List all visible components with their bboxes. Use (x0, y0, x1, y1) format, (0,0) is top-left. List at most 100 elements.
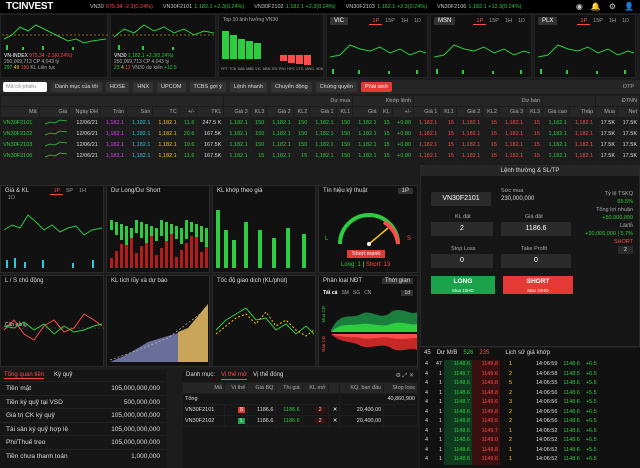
table-column-header[interactable]: Net (617, 106, 640, 118)
positions-row[interactable]: VN30F2101 S 1186.6 1186.6 2 ✕ 20,400,00 (182, 404, 418, 416)
table-column-header[interactable]: Mua (595, 106, 618, 118)
nav-item[interactable]: HNX (133, 82, 154, 92)
phanloai-time[interactable]: Thời gian (381, 278, 413, 284)
positions-qty-input[interactable]: 2 (314, 418, 326, 424)
gia-kl-tab[interactable]: 5P (63, 188, 76, 194)
position-qty[interactable]: 2 (617, 246, 633, 254)
table-column-header[interactable]: Giá 2 (455, 106, 484, 118)
table-column-header[interactable]: Giá 3 (223, 106, 251, 118)
nav-item[interactable]: Chuyển động (270, 82, 312, 92)
nav-item[interactable]: UPCOM (157, 82, 186, 92)
gia-kl-tab[interactable]: 1P (50, 188, 64, 195)
table-column-header[interactable]: Ngày ĐH (69, 106, 101, 118)
table-column-header[interactable]: KL3 (249, 106, 268, 118)
table-column-header[interactable]: TKL (196, 106, 225, 118)
stock-card-symbol[interactable]: PLX (538, 17, 558, 25)
stock-card[interactable]: MSN 1P 15P 1H 1D (430, 14, 532, 78)
phanloai-filter[interactable]: SG (353, 290, 360, 296)
book-row[interactable]: 4 1 1148.8 1149.5 2 (420, 417, 530, 427)
phanloai-filter[interactable]: CN (364, 290, 371, 296)
ticker-item[interactable]: VN30F2102 1,182.1 +2.3(0.24%) (254, 4, 335, 10)
stock-card-tab[interactable]: 15P (486, 18, 502, 24)
book-row[interactable]: 4 1 1148.6 1149.7 1 (420, 426, 530, 436)
ticker-item[interactable]: VN30F2103 1,182.1 +2.3(0.24%) (346, 4, 427, 10)
otp-toggle[interactable]: OTP (623, 84, 640, 90)
nav-item[interactable]: TCBS gợi ý (189, 82, 226, 92)
positions-row[interactable]: VN30F2102 L 1186.6 1186.6 2 ✕ 20,400,00 (182, 415, 418, 427)
account-tab[interactable]: Ký quỹ (54, 372, 72, 379)
table-column-header[interactable]: Giá cao (541, 106, 570, 118)
table-column-header[interactable]: Giá 1 (413, 106, 441, 118)
tinhieu-tab[interactable]: 1P (397, 188, 413, 194)
take-profit-input[interactable]: 0 (501, 254, 571, 268)
positions-tab[interactable]: Vị thế đóng (253, 372, 283, 380)
nav-item[interactable]: HOSE (105, 82, 130, 92)
table-column-header[interactable]: +/- (178, 106, 198, 118)
nav-item[interactable]: Phái sinh (361, 82, 392, 92)
stock-card-tab[interactable]: 1P (473, 18, 487, 25)
table-column-header[interactable]: KL2 (292, 106, 311, 118)
vnindex-card[interactable]: VN-INDEX 975.34 -2.3(0.24%) 250,069,713 … (0, 14, 108, 78)
price-input[interactable]: 1186.6 (501, 222, 571, 236)
book-row[interactable]: 4 1 1148.6 1149.8 2 (420, 407, 530, 417)
table-column-header[interactable]: Giá 2 (266, 106, 294, 118)
stock-card-tab[interactable]: 1P (577, 18, 591, 25)
table-column-header[interactable]: Mã (0, 106, 40, 118)
table-column-header[interactable]: KL3 (525, 106, 543, 118)
ticker-item[interactable]: VN30F2106 1,182.1 +12.3(0.24%) (437, 4, 521, 10)
bell-icon[interactable]: 🔔 (591, 2, 601, 11)
camera-icon[interactable]: ◉ (576, 2, 583, 11)
stock-card-tab[interactable]: 1H (502, 18, 515, 24)
book-row[interactable]: 4 1 1148.6 1149.8 1 (420, 445, 530, 455)
book-row[interactable]: 4 1 1148.6 1149.8 5 (420, 379, 530, 389)
positions-tab[interactable]: Vị thế mở (221, 372, 247, 380)
nav-item[interactable]: Chứng quyền (315, 82, 358, 92)
nav-item[interactable]: Danh mục của tôi (51, 82, 102, 92)
table-column-header[interactable]: Sàn (126, 106, 154, 118)
close-position-button[interactable]: ✕ (327, 404, 341, 416)
phanloai-filter[interactable]: Tất cả (323, 290, 337, 296)
stock-card-tab[interactable]: 1H (398, 18, 411, 24)
phanloai-tab[interactable]: 1d (401, 290, 413, 296)
book-row[interactable]: 4 1 1148.7 1149.6 3 (420, 398, 530, 408)
stock-card-tab[interactable]: 15P (382, 18, 398, 24)
book-row[interactable]: 4 1 1148.6 1149.0 2 (420, 436, 530, 446)
stock-card-tab[interactable]: 1H (606, 18, 619, 24)
long-button[interactable]: LONG Mua 10HD (431, 276, 495, 294)
positions-stoploss[interactable] (383, 404, 418, 416)
positions-qty-input[interactable]: 2 (314, 407, 326, 413)
stock-card-tab[interactable]: 1D (411, 18, 424, 24)
vn30-card[interactable]: VN30 1,182.1 +2.3(0.24%) 250,069,713 CP … (110, 14, 216, 78)
stock-card-tab[interactable]: 1D (515, 18, 528, 24)
table-column-header[interactable]: Giá 3 (498, 106, 527, 118)
table-row[interactable]: VN30F2103 12/06/21 1,182.1 1,182.1 1,182.1 10… (0, 139, 640, 151)
table-column-header[interactable]: Trần (99, 106, 128, 118)
ticker-item[interactable]: VN30 975.34 -2.3(0.24%) (90, 4, 153, 10)
table-column-header[interactable]: Giá 1 (309, 106, 337, 118)
qty-input[interactable]: 2 (431, 222, 493, 236)
short-button[interactable]: SHORT Max 10HD (503, 276, 573, 294)
table-row[interactable]: VN30F2102 12/06/21 1,182.1 1,182.1 1,182.1 20… (0, 128, 640, 140)
nav-item[interactable]: Lệnh nhanh (229, 82, 267, 92)
top10-card[interactable]: Top 10 ảnh hưởng VN30 FPT TCB SAB MBB VIC MSN… (218, 14, 324, 78)
positions-stoploss[interactable] (383, 415, 418, 427)
table-column-header[interactable]: KL1 (439, 106, 457, 118)
stock-card-tab[interactable]: 1D (619, 18, 632, 24)
stock-card[interactable]: PLX 1P 15P 1H 1D (534, 14, 636, 78)
phanloai-filter[interactable]: SM (341, 290, 349, 296)
user-icon[interactable]: 👤 (624, 2, 634, 11)
stock-card-tab[interactable]: 1P (369, 18, 383, 25)
close-position-button[interactable]: ✕ (327, 415, 341, 427)
account-tab[interactable]: Tổng quan tiền (4, 372, 45, 379)
book-row[interactable]: 4 1 1148.6 1148.8 2 (420, 388, 530, 398)
table-column-header[interactable]: Giá (38, 106, 71, 118)
book-row[interactable]: 4 1 1148.7 1149.6 2 (420, 369, 530, 379)
table-column-header[interactable]: TC (152, 106, 180, 118)
book-row[interactable]: 4 1 1148.6 1149.6 1 (420, 455, 530, 465)
table-column-header[interactable]: KL1 (335, 106, 354, 118)
table-column-header[interactable]: KL (378, 106, 393, 118)
table-column-header[interactable]: Giá (352, 106, 380, 118)
gia-kl-tab[interactable]: 1H (76, 188, 89, 194)
table-column-header[interactable]: +/- (391, 106, 415, 118)
stock-card[interactable]: VIC 1P 15P 1H 1D (326, 14, 428, 78)
